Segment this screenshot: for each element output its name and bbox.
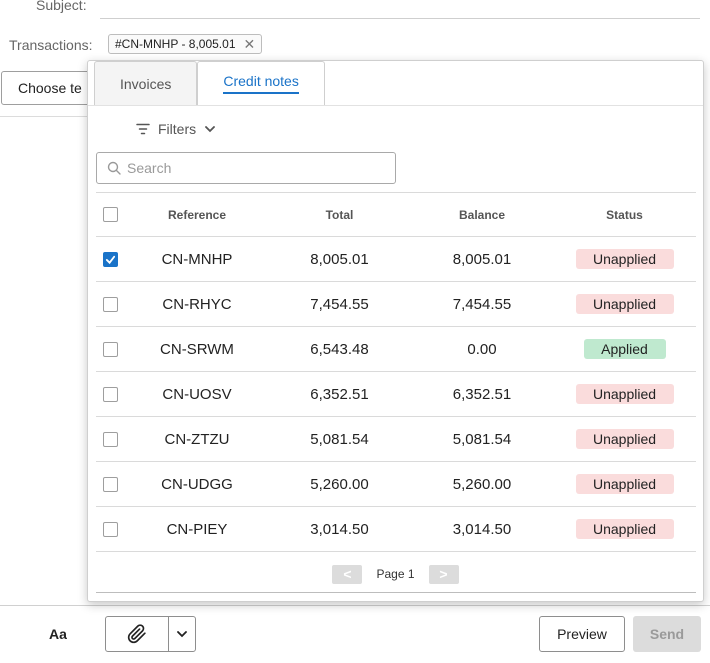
row-checkbox[interactable] <box>103 296 118 312</box>
column-header-status[interactable]: Status <box>553 208 696 222</box>
cell-reference: CN-PIEY <box>166 520 228 538</box>
row-checkbox-cell <box>96 476 126 492</box>
cell-balance: 8,005.01 <box>452 250 512 268</box>
status-badge: Applied <box>583 339 666 359</box>
cell-status: Unapplied <box>553 384 696 404</box>
row-checkbox[interactable] <box>103 251 118 267</box>
cell-balance: 7,454.55 <box>452 295 512 313</box>
cell-total: 8,005.01 <box>310 250 369 268</box>
cell-total: 5,081.54 <box>310 430 369 448</box>
credit-notes-table: Reference Total Balance Status CN-MNHP 8… <box>96 192 696 552</box>
cell-status: Unapplied <box>553 474 696 494</box>
column-header-reference[interactable]: Reference <box>126 208 268 222</box>
filters-label: Filters <box>158 121 197 137</box>
status-badge: Unapplied <box>575 474 674 494</box>
table-row[interactable]: CN-RHYC 7,454.55 7,454.55 Unapplied <box>96 282 696 327</box>
chevron-down-icon <box>177 631 187 638</box>
row-checkbox-cell <box>96 386 126 402</box>
select-all-checkbox[interactable] <box>103 207 118 222</box>
prev-page-button[interactable]: < <box>332 564 363 584</box>
search-input[interactable] <box>127 160 387 176</box>
send-button[interactable]: Send <box>633 616 701 652</box>
select-all-cell <box>96 207 126 222</box>
filters-button[interactable]: Filters <box>136 119 216 139</box>
status-badge: Unapplied <box>575 429 674 449</box>
cell-status: Applied <box>553 339 696 359</box>
divider <box>96 592 696 593</box>
row-checkbox[interactable] <box>103 341 118 357</box>
search-box <box>96 152 396 184</box>
transactions-label: Transactions: <box>9 37 93 53</box>
search-icon <box>107 161 121 175</box>
tab-credit-notes[interactable]: Credit notes <box>197 61 325 105</box>
row-checkbox[interactable] <box>103 386 118 402</box>
row-checkbox[interactable] <box>103 476 118 492</box>
cell-total: 5,260.00 <box>310 475 369 493</box>
tabs-divider <box>88 105 703 106</box>
subject-input-underline[interactable] <box>100 18 700 19</box>
cell-balance: 5,081.54 <box>452 430 512 448</box>
cell-reference: CN-ZTZU <box>164 430 230 448</box>
table-row[interactable]: CN-UOSV 6,352.51 6,352.51 Unapplied <box>96 372 696 417</box>
cell-reference: CN-MNHP <box>161 250 233 268</box>
table-row[interactable]: CN-MNHP 8,005.01 8,005.01 Unapplied <box>96 237 696 282</box>
text-format-button[interactable]: Aa <box>40 620 76 648</box>
cell-balance: 3,014.50 <box>452 520 512 538</box>
status-badge: Unapplied <box>575 249 674 269</box>
tab-credit-notes-label: Credit notes <box>223 73 299 94</box>
cell-status: Unapplied <box>553 294 696 314</box>
table-row[interactable]: CN-PIEY 3,014.50 3,014.50 Unapplied <box>96 507 696 552</box>
cell-balance: 5,260.00 <box>452 475 512 493</box>
cell-status: Unapplied <box>553 519 696 539</box>
preview-button[interactable]: Preview <box>539 616 625 652</box>
row-checkbox[interactable] <box>103 521 118 537</box>
row-checkbox-cell <box>96 341 126 357</box>
cell-reference: CN-SRWM <box>160 340 234 358</box>
cell-reference: CN-UOSV <box>162 385 232 403</box>
transaction-chip-label: #CN-MNHP - 8,005.01 <box>115 37 236 51</box>
row-checkbox[interactable] <box>103 431 118 447</box>
divider <box>0 116 90 117</box>
row-checkbox-cell <box>96 251 126 267</box>
cell-total: 7,454.55 <box>310 295 369 313</box>
close-icon[interactable]: ✕ <box>244 36 256 53</box>
status-badge: Unapplied <box>575 294 674 314</box>
cell-total: 6,352.51 <box>310 385 369 403</box>
table-row[interactable]: CN-ZTZU 5,081.54 5,081.54 Unapplied <box>96 417 696 462</box>
table-header: Reference Total Balance Status <box>96 192 696 237</box>
cell-total: 3,014.50 <box>310 520 369 538</box>
next-page-button[interactable]: > <box>428 564 459 584</box>
filter-icon <box>136 123 150 135</box>
transactions-picker-panel: Invoices Credit notes Filters Reference … <box>87 60 704 602</box>
row-checkbox-cell <box>96 431 126 447</box>
cell-reference: CN-RHYC <box>162 295 232 313</box>
transaction-chip: #CN-MNHP - 8,005.01 ✕ <box>108 34 263 54</box>
toolbar-divider <box>0 605 710 606</box>
cell-status: Unapplied <box>553 249 696 269</box>
paperclip-icon <box>127 624 146 644</box>
table-row[interactable]: CN-UDGG 5,260.00 5,260.00 Unapplied <box>96 462 696 507</box>
chevron-down-icon <box>205 126 216 133</box>
column-header-total[interactable]: Total <box>268 208 411 222</box>
row-checkbox-cell <box>96 296 126 312</box>
table-row[interactable]: CN-SRWM 6,543.48 0.00 Applied <box>96 327 696 372</box>
cell-total: 6,543.48 <box>310 340 369 358</box>
tab-bar: Invoices Credit notes <box>94 61 325 105</box>
attach-dropdown-button[interactable] <box>168 616 196 652</box>
checkmark-icon <box>105 255 116 264</box>
status-badge: Unapplied <box>575 519 674 539</box>
cell-status: Unapplied <box>553 429 696 449</box>
cell-balance: 0.00 <box>467 340 497 358</box>
subject-label: Subject: <box>36 0 87 13</box>
tab-invoices[interactable]: Invoices <box>94 61 198 105</box>
pagination: < Page 1 > <box>88 564 703 584</box>
column-header-balance[interactable]: Balance <box>411 208 553 222</box>
cell-balance: 6,352.51 <box>452 385 512 403</box>
status-badge: Unapplied <box>575 384 674 404</box>
page-indicator: Page 1 <box>376 567 415 581</box>
row-checkbox-cell <box>96 521 126 537</box>
attach-button[interactable] <box>105 616 169 652</box>
cell-reference: CN-UDGG <box>161 475 233 493</box>
